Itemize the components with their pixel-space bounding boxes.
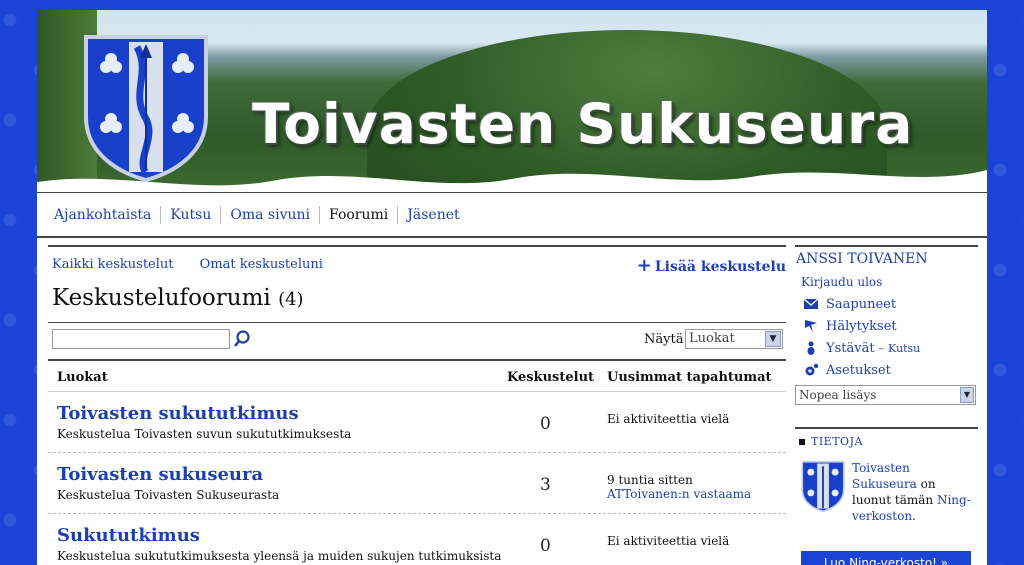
discussion-count-cell: 0 bbox=[540, 536, 551, 556]
table-row: Toivasten sukututkimus Keskustelua Toiva… bbox=[48, 392, 786, 453]
latest-activity: Ei aktiviteettia vielä bbox=[607, 534, 730, 548]
nav-item-kutsu[interactable]: Kutsu bbox=[161, 205, 222, 224]
category-description: Keskustelua sukututkimuksesta yleensä ja… bbox=[57, 549, 502, 563]
add-discussion-label: Lisää keskustelu bbox=[654, 259, 786, 275]
discussion-count: (4) bbox=[278, 289, 304, 310]
plus-icon: + bbox=[636, 255, 652, 276]
page: Toivasten Sukuseura Ajankohtaista Kutsu … bbox=[37, 10, 987, 565]
search-icon[interactable] bbox=[232, 329, 252, 349]
nav-item-oma-sivuni[interactable]: Oma sivuni bbox=[221, 205, 320, 224]
info-heading-text: TIETOJA bbox=[811, 435, 863, 448]
nav-item-jasenet[interactable]: Jäsenet bbox=[398, 206, 468, 224]
sidebar-item-label: Hälytykset bbox=[826, 318, 897, 334]
invite-link[interactable]: Kutsu bbox=[888, 342, 920, 355]
add-discussion-button[interactable]: + Lisää keskustelu bbox=[637, 255, 786, 276]
forum-sublinks: Kaikki keskustelut Omat keskusteluni bbox=[52, 257, 345, 272]
sidebar-item-label: Ystävät bbox=[826, 340, 875, 356]
user-name-link[interactable]: ANSSI TOIVANEN bbox=[796, 251, 978, 267]
quick-add-value: Nopea lisäys bbox=[799, 388, 877, 402]
sidebar-item-friends[interactable]: Ystävät – Kutsu bbox=[803, 337, 978, 359]
table-row: Sukututkimus Keskustelua sukututkimukses… bbox=[48, 514, 786, 565]
page-title: Keskustelufoorumi (4) bbox=[52, 285, 304, 311]
coat-of-arms-icon[interactable] bbox=[800, 460, 846, 512]
sidebar: ANSSI TOIVANEN Kirjaudu ulos Saapuneet H… bbox=[795, 245, 978, 565]
main-nav: Ajankohtaista Kutsu Oma sivuni Foorumi J… bbox=[37, 192, 987, 238]
network-owner-link[interactable]: Toivasten Sukuseura bbox=[852, 461, 917, 491]
quick-add-select[interactable]: Nopea lisäys ▼ bbox=[795, 385, 976, 405]
all-discussions-link[interactable]: Kaikki keskustelut bbox=[52, 257, 174, 272]
sidebar-item-settings[interactable]: Asetukset bbox=[803, 359, 978, 381]
discussion-count-cell: 0 bbox=[540, 414, 551, 434]
chevron-down-icon: ▼ bbox=[960, 387, 974, 403]
latest-activity-link[interactable]: ATToivanen:n vastaama bbox=[607, 487, 751, 501]
alert-flag-icon bbox=[805, 320, 817, 332]
show-select[interactable]: Luokat ▼ bbox=[685, 329, 783, 349]
sidebar-item-label: Saapuneet bbox=[826, 296, 897, 312]
category-title[interactable]: Toivasten sukututkimus bbox=[57, 403, 299, 424]
latest-activity: Ei aktiviteettia vielä bbox=[607, 412, 730, 426]
my-discussions-link[interactable]: Omat keskusteluni bbox=[200, 257, 323, 272]
category-title[interactable]: Sukututkimus bbox=[57, 525, 200, 546]
logout-link[interactable]: Kirjaudu ulos bbox=[801, 275, 978, 289]
table-header: Luokat Keskustelut Uusimmat tapahtumat bbox=[48, 361, 786, 392]
info-text: Toivasten Sukuseura on luonut tämän Ning… bbox=[852, 460, 977, 524]
info-box: Toivasten Sukuseura on luonut tämän Ning… bbox=[795, 460, 978, 530]
show-label: Näytä bbox=[644, 332, 684, 347]
info-heading: TIETOJA bbox=[799, 435, 978, 448]
sidebar-item-label: Asetukset bbox=[826, 362, 891, 378]
latest-activity: 9 tuntia sitten bbox=[607, 473, 693, 487]
user-menu: Saapuneet Hälytykset Ystävät – Kutsu Ase… bbox=[795, 293, 978, 381]
gear-icon bbox=[805, 363, 819, 376]
separator: – bbox=[878, 341, 885, 355]
show-select-value: Luokat bbox=[689, 331, 735, 346]
page-title-text: Keskustelufoorumi bbox=[52, 285, 271, 311]
create-network-button[interactable]: Luo Ning-verkosto! » bbox=[801, 551, 971, 565]
search-input[interactable] bbox=[52, 329, 230, 349]
nav-item-ajankohtaista[interactable]: Ajankohtaista bbox=[45, 205, 162, 224]
discussion-count-cell: 3 bbox=[540, 475, 551, 495]
sidebar-item-alerts[interactable]: Hälytykset bbox=[803, 315, 978, 337]
table-row: Toivasten sukuseura Keskustelua Toivaste… bbox=[48, 453, 786, 514]
sidebar-item-inbox[interactable]: Saapuneet bbox=[803, 293, 978, 315]
nav-item-foorumi[interactable]: Foorumi bbox=[320, 205, 399, 224]
coat-of-arms-icon bbox=[84, 35, 208, 182]
mail-icon bbox=[803, 298, 819, 309]
category-title[interactable]: Toivasten sukuseura bbox=[57, 464, 263, 485]
header-banner: Toivasten Sukuseura bbox=[37, 10, 987, 190]
search-row: Näytä Luokat ▼ bbox=[48, 322, 786, 359]
column-header-discussions: Keskustelut bbox=[507, 370, 595, 385]
person-icon bbox=[807, 341, 815, 355]
column-header-categories: Luokat bbox=[57, 370, 108, 385]
chevron-down-icon: ▼ bbox=[765, 331, 781, 347]
info-text-period: . bbox=[912, 509, 916, 523]
category-table: Luokat Keskustelut Uusimmat tapahtumat T… bbox=[48, 359, 786, 565]
category-description: Keskustelua Toivasten suvun sukututkimuk… bbox=[57, 427, 352, 441]
category-description: Keskustelua Toivasten Sukuseurasta bbox=[57, 488, 280, 502]
site-title[interactable]: Toivasten Sukuseura bbox=[252, 92, 913, 156]
column-header-latest: Uusimmat tapahtumat bbox=[607, 370, 772, 385]
